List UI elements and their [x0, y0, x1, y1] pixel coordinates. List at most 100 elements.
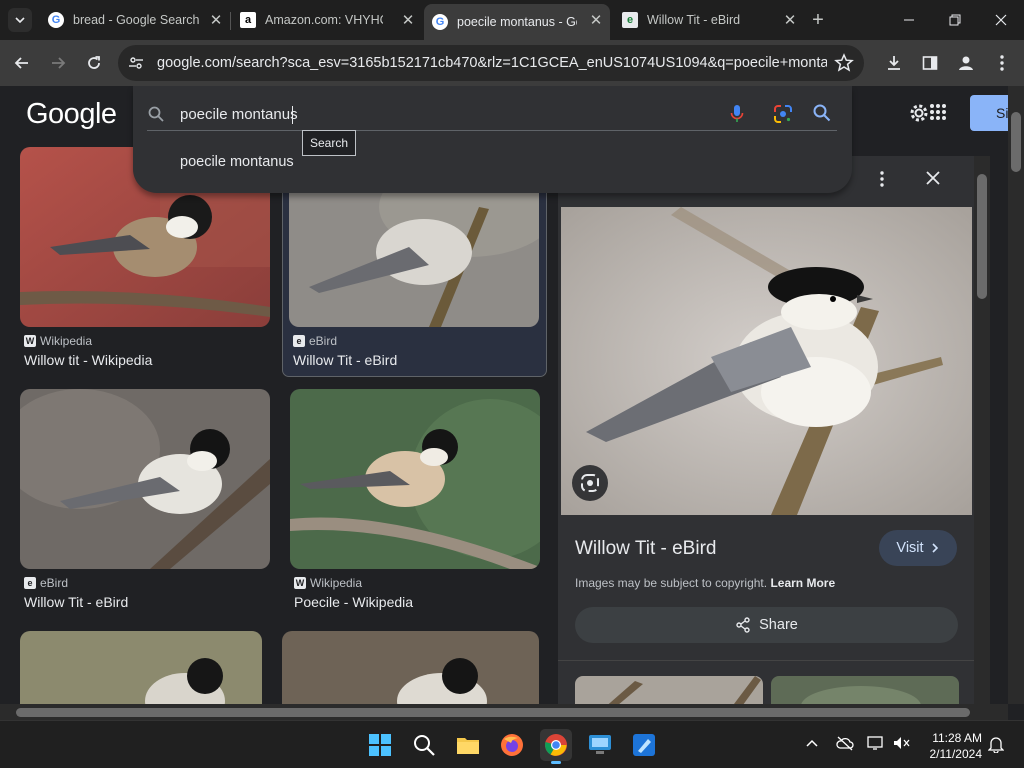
close-icon [995, 14, 1007, 26]
page-vertical-scrollbar[interactable] [1008, 86, 1024, 704]
result-thumbnail[interactable] [282, 631, 539, 704]
search-divider [147, 130, 837, 131]
visit-label: Visit [896, 540, 924, 556]
monitor-icon [589, 735, 611, 754]
tab-title: Willow Tit - eBird [647, 13, 741, 27]
image-result-4[interactable]: W Wikipedia Poecile - Wikipedia [290, 389, 540, 610]
network-icon[interactable] [867, 735, 885, 751]
microphone-icon[interactable] [730, 104, 744, 124]
windows-taskbar: 11:28 AM 2/11/2024 [0, 720, 1024, 768]
minimize-icon [904, 19, 914, 21]
google-lens-icon[interactable] [773, 104, 793, 124]
lens-search-button[interactable] [572, 465, 608, 501]
close-window-button[interactable] [978, 0, 1024, 40]
search-submit-icon[interactable] [813, 104, 831, 122]
image-result-6[interactable] [282, 631, 539, 704]
tab-divider [230, 12, 231, 30]
folder-icon [457, 738, 479, 754]
search-tooltip: Search [302, 130, 357, 156]
preview-title[interactable]: Willow Tit - eBird [575, 538, 716, 560]
result-caption[interactable]: Willow tit - Wikipedia [20, 352, 270, 368]
file-explorer-button[interactable] [452, 729, 484, 761]
scrollbar-thumb[interactable] [1011, 112, 1021, 172]
new-tab-button[interactable]: + [808, 9, 828, 31]
bookmark-star-icon[interactable] [834, 53, 854, 73]
taskbar-search-button[interactable] [408, 729, 440, 761]
search-icon [148, 106, 164, 122]
system-clock[interactable]: 11:28 AM 2/11/2024 [920, 730, 983, 762]
notification-bell-icon[interactable] [988, 735, 1004, 753]
result-caption[interactable]: Willow Tit - eBird [20, 594, 270, 610]
close-tab-icon[interactable]: ✕ [400, 12, 416, 29]
remote-desktop-button[interactable] [584, 729, 616, 761]
close-preview-icon[interactable] [926, 171, 940, 185]
downloads-button[interactable] [882, 51, 906, 75]
arrow-right-icon [52, 57, 66, 69]
search-input[interactable]: poecile montanus [180, 106, 298, 123]
search-box-expanded: poecile montanus poecile montanus [133, 86, 852, 193]
chrome-icon [545, 734, 567, 756]
start-button[interactable] [364, 729, 396, 761]
back-button[interactable] [10, 51, 34, 75]
chevron-right-icon [931, 543, 938, 553]
result-caption[interactable]: Willow Tit - eBird [289, 352, 540, 368]
sign-in-button[interactable]: Si [970, 95, 1008, 131]
restore-button[interactable] [932, 0, 978, 40]
tab-search-button[interactable] [8, 8, 32, 32]
copyright-text: Images may be subject to copyright. [575, 576, 768, 590]
profile-icon [959, 56, 973, 70]
firefox-button[interactable] [496, 729, 528, 761]
google-logo[interactable]: Google [26, 98, 117, 131]
close-tab-icon[interactable]: ✕ [782, 12, 798, 29]
reload-button[interactable] [82, 51, 106, 75]
page-horizontal-scrollbar[interactable] [0, 704, 1008, 720]
browser-toolbar: google.com/search?sca_esv=3165b152171cb4… [0, 40, 1024, 86]
profile-button[interactable] [954, 51, 978, 75]
side-panel-icon [922, 56, 938, 70]
chrome-button[interactable] [540, 729, 572, 764]
result-thumbnail[interactable] [290, 389, 540, 569]
minimize-button[interactable] [886, 0, 932, 40]
scrollbar-thumb[interactable] [16, 708, 970, 717]
chevron-up-icon[interactable] [806, 739, 818, 747]
browser-menu-button[interactable] [990, 51, 1014, 75]
visit-button[interactable]: Visit [879, 530, 957, 566]
related-image-1[interactable] [575, 676, 763, 704]
result-source: eBird [40, 576, 69, 590]
site-info-icon[interactable] [128, 55, 144, 71]
tab-bread[interactable]: G bread - Google Search ✕ [40, 4, 230, 36]
tab-poecile-montanus[interactable]: G poecile montanus - Go ✕ [424, 4, 610, 40]
preview-image[interactable] [561, 207, 972, 515]
wikipedia-icon: W [24, 335, 36, 347]
close-tab-icon[interactable]: ✕ [208, 12, 224, 29]
paint-app-button[interactable] [628, 729, 660, 761]
ebird-icon: e [293, 335, 305, 347]
restore-icon [949, 14, 961, 26]
google-icon: G [432, 14, 448, 30]
more-options-icon[interactable] [880, 171, 884, 187]
tab-amazon[interactable]: a Amazon.com: VHYHCY ✕ [232, 4, 422, 36]
related-image-2[interactable] [771, 676, 959, 704]
text-cursor [292, 106, 293, 124]
learn-more-link[interactable]: Learn More [770, 576, 835, 590]
panel-divider [558, 660, 976, 661]
address-bar[interactable]: google.com/search?sca_esv=3165b152171cb4… [118, 45, 864, 81]
preview-panel-scrollbar[interactable] [974, 156, 990, 704]
tab-willow-tit-ebird[interactable]: e Willow Tit - eBird ✕ [614, 4, 804, 36]
cloud-offline-icon[interactable] [836, 735, 854, 751]
forward-button[interactable] [46, 51, 70, 75]
speaker-muted-icon[interactable] [893, 735, 911, 751]
search-suggestion[interactable]: poecile montanus [180, 154, 294, 170]
result-source: eBird [309, 334, 338, 348]
image-result-5[interactable] [20, 631, 270, 704]
google-apps-icon[interactable] [930, 104, 946, 120]
share-button[interactable]: Share [575, 607, 958, 643]
result-thumbnail[interactable] [20, 389, 270, 569]
scrollbar-thumb[interactable] [977, 174, 987, 299]
result-caption[interactable]: Poecile - Wikipedia [290, 594, 540, 610]
side-panel-button[interactable] [918, 51, 942, 75]
image-result-3[interactable]: e eBird Willow Tit - eBird [20, 389, 270, 610]
close-tab-icon[interactable]: ✕ [588, 12, 604, 29]
result-thumbnail[interactable] [20, 631, 262, 704]
settings-gear-icon[interactable] [908, 102, 930, 124]
